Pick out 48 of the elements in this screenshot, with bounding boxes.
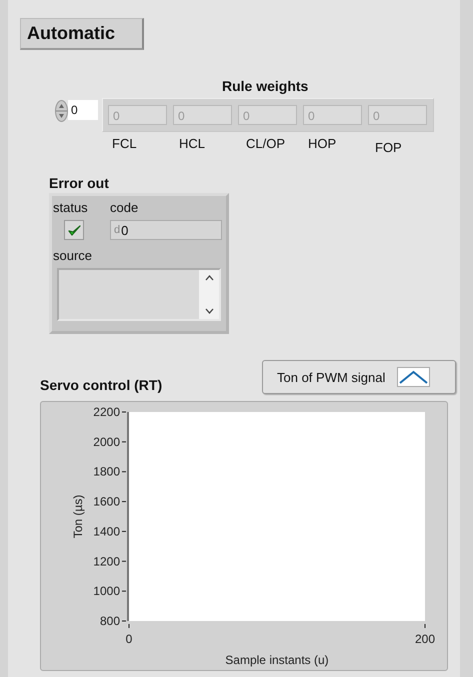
tick-mark (122, 501, 126, 502)
y-tick-label: 1800 (93, 464, 120, 479)
y-tick-label: 2200 (93, 405, 120, 419)
y-tick-label: 1000 (93, 584, 120, 598)
array-cell: 0 (238, 105, 297, 125)
x-tick-label: 0 (126, 632, 132, 646)
column-label: CL/OP (246, 136, 286, 153)
y-tick-label: 1600 (93, 494, 120, 509)
array-cell: 0 (303, 105, 362, 125)
spinner-icon[interactable] (55, 100, 68, 122)
code-label: code (110, 200, 140, 216)
tick-mark (122, 530, 126, 532)
scrollbar[interactable] (199, 270, 219, 319)
array-cell: 0 (368, 105, 427, 125)
y-tick-label: 1400 (93, 524, 120, 538)
x-tick-label: 200 (414, 632, 436, 646)
column-label: HCL (179, 136, 206, 153)
x-axis-label: Sample instants (u) (225, 653, 329, 667)
y-tick-label: 1200 (93, 554, 120, 568)
y-tick-label: 2000 (93, 434, 120, 449)
scroll-up-icon[interactable] (204, 274, 214, 282)
status-label: status (53, 200, 88, 216)
y-tick-label: 800 (100, 614, 120, 628)
legend-label: Ton of PWM signal (277, 370, 386, 384)
cluster-title: Error out (49, 175, 110, 191)
y-axis-label: Ton (µs) (71, 494, 85, 538)
tick-mark (424, 624, 426, 628)
status-indicator[interactable] (64, 220, 84, 240)
plot-legend[interactable]: Ton of PWM signal (262, 360, 456, 394)
check-icon (68, 224, 80, 236)
source-field[interactable] (57, 268, 221, 321)
tick-mark (122, 441, 126, 442)
mode-button[interactable]: Automatic (20, 18, 144, 50)
index-field[interactable]: 0 (68, 100, 98, 120)
column-label: FCL (112, 136, 138, 153)
graph-title: Servo control (RT) (40, 377, 162, 393)
tick-mark (122, 560, 126, 562)
column-label: FOP (375, 140, 403, 155)
tick-mark (122, 590, 126, 592)
source-label: source (53, 248, 94, 264)
array-cell: 0 (173, 105, 232, 125)
array-title: Rule weights (222, 78, 310, 96)
radix-indicator: d (113, 224, 122, 236)
column-label: HOP (308, 136, 338, 153)
scroll-down-icon[interactable] (204, 307, 214, 315)
tick-mark (122, 471, 126, 472)
array-cell: 0 (108, 105, 167, 125)
code-field[interactable]: d0 (110, 220, 222, 240)
